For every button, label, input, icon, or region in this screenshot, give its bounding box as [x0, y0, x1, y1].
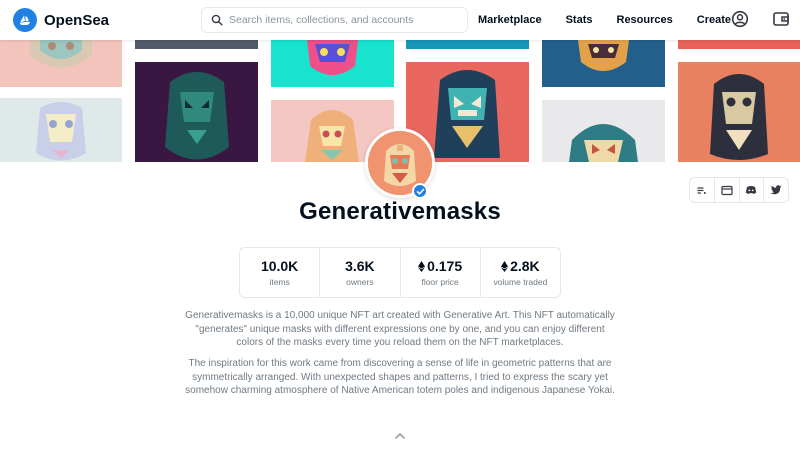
brand-logo-link[interactable]: OpenSea [13, 8, 173, 32]
stat-value: 2.8K [510, 258, 540, 274]
stat-items[interactable]: 10.0K items [240, 248, 321, 297]
stat-value: 10.0K [260, 258, 299, 274]
collection-title: Generativemasks [299, 198, 501, 225]
ethereum-icon [418, 260, 426, 272]
nav-stats[interactable]: Stats [566, 14, 593, 26]
stat-value: 3.6K [345, 258, 375, 274]
banner-mask-art [678, 40, 800, 49]
top-navbar: OpenSea Marketplace Stats Resources Crea… [0, 0, 800, 40]
stat-value-row: 2.8K [501, 258, 540, 274]
collection-description-inspiration: The inspiration for this work came from … [185, 358, 615, 396]
nav-create[interactable]: Create [697, 14, 731, 26]
opensea-logo-icon [13, 8, 37, 32]
search-bar[interactable] [201, 7, 468, 33]
activity-icon [696, 185, 707, 196]
collection-description: Generativemasks is a 10,000 unique NFT a… [185, 310, 615, 348]
stat-label: owners [346, 277, 374, 287]
stat-owners[interactable]: 3.6K owners [320, 248, 401, 297]
chevron-up-icon[interactable] [393, 431, 407, 441]
discord-icon [745, 185, 757, 195]
banner-mask-art [271, 40, 394, 87]
stat-volume-traded[interactable]: 2.8K volume traded [481, 248, 560, 297]
account-icon[interactable] [731, 10, 749, 28]
banner-mask-art [678, 62, 800, 162]
banner-mask-art [542, 100, 665, 162]
wallet-icon[interactable] [772, 10, 790, 28]
verified-badge-icon [412, 183, 428, 199]
stat-value-row: 0.175 [418, 258, 462, 274]
website-icon [721, 185, 733, 196]
stat-value: 0.175 [427, 258, 463, 274]
ethereum-icon [501, 260, 509, 272]
main-nav: Marketplace Stats Resources Create [478, 0, 755, 40]
banner-mask-art [0, 98, 122, 162]
collection-stats: 10.0K items 3.6K owners 0.175 floor pric… [239, 247, 561, 298]
stat-floor-price[interactable]: 0.175 floor price [401, 248, 481, 297]
stat-label: volume traded [493, 277, 548, 287]
banner-mask-art [135, 40, 258, 49]
banner-mask-art [542, 40, 665, 87]
nav-marketplace[interactable]: Marketplace [478, 14, 542, 26]
search-icon [211, 14, 223, 26]
banner-mask-art [406, 40, 529, 49]
brand-name: OpenSea [44, 11, 110, 29]
banner-mask-art [135, 62, 258, 162]
stat-label: items [269, 277, 290, 287]
banner-mask-art [0, 40, 122, 87]
nav-resources[interactable]: Resources [617, 14, 673, 26]
stat-label: floor price [421, 277, 459, 287]
search-input[interactable] [229, 14, 449, 26]
twitter-icon [770, 185, 782, 195]
